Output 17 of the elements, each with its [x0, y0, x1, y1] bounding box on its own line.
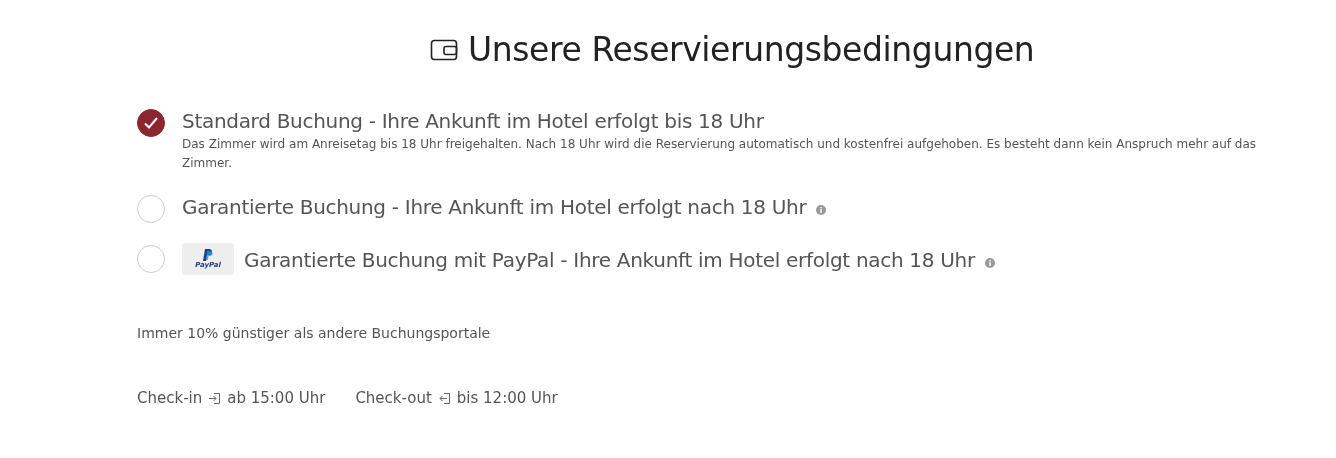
sign-in-icon	[208, 391, 222, 405]
time-label: Check-in	[137, 389, 203, 407]
info-icon[interactable]	[984, 258, 995, 268]
option-label[interactable]: Garantierte Buchung - Ihre Ankunft im Hotel erfolgt nach 18 Uhr	[182, 195, 807, 219]
page-title: Unsere Reservierungsbedingungen	[468, 30, 1035, 69]
time-value: bis 12:00 Uhr	[456, 389, 558, 407]
checkmark-icon	[143, 116, 159, 130]
info-icon[interactable]	[816, 205, 827, 215]
option-label[interactable]: Garantierte Buchung mit PayPal - Ihre Ankunft im Hotel erfolgt nach 18 Uhr	[244, 248, 975, 272]
sign-out-icon	[437, 391, 451, 405]
radio-button[interactable]	[137, 109, 165, 137]
time-label: Check-out	[355, 389, 432, 407]
option-label[interactable]: Standard Buchung - Ihre Ankunft im Hotel erfolgt bis 18 Uhr	[182, 109, 764, 133]
option-description: Das Zimmer wird am Anreisetag bis 18 Uhr freigehalten. Nach 18 Uhr wird die Reservierung automatisch und kostenfrei aufgehoben. Es besteht dann kein Anspruch mehr auf das Zimmer.	[182, 136, 1258, 172]
time-value: ab 15:00 Uhr	[227, 389, 326, 407]
wallet-icon	[430, 37, 458, 62]
promo-note: Immer 10% günstiger als andere Buchungsportale	[137, 325, 492, 341]
